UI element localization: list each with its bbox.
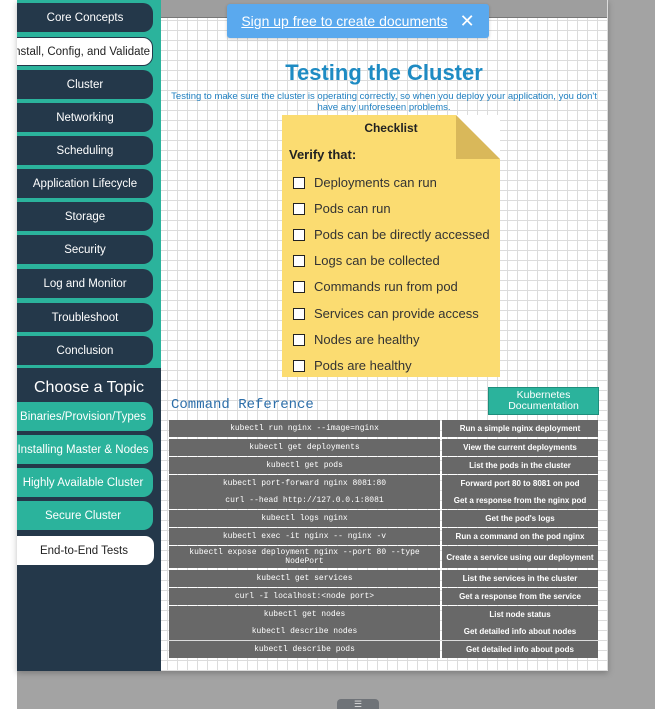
checklist-item-label: Nodes are healthy [314, 332, 420, 347]
topic-highly-available-cluster[interactable]: Highly Available Cluster [17, 468, 153, 497]
command-cell: curl -I localhost:<node port> [169, 588, 440, 605]
viewport-edge [0, 0, 17, 709]
table-row: curl --head http://127.0.0.1:8081 Get a r… [169, 492, 598, 509]
menu-handle-icon[interactable]: ☰ [337, 699, 379, 709]
description-cell: Get a response from the nginx pod [442, 492, 598, 509]
verify-label: Verify that: [289, 147, 357, 162]
checkbox-icon[interactable] [293, 254, 305, 267]
sidebar-item-install-config-validate[interactable]: Install, Config, and Validate [17, 37, 153, 66]
checkbox-icon[interactable] [293, 202, 305, 215]
sidebar-item-storage[interactable]: Storage [17, 202, 153, 231]
command-cell: kubectl logs nginx [169, 510, 440, 527]
sidebar-item-core-concepts[interactable]: Core Concepts [17, 3, 153, 32]
checklist-item: Pods can run [293, 201, 391, 216]
sidebar-item-log-and-monitor[interactable]: Log and Monitor [17, 269, 153, 298]
signup-link[interactable]: Sign up free to create documents [241, 13, 447, 29]
command-cell: kubectl describe pods [169, 641, 440, 658]
checklist-item-label: Pods can run [314, 201, 391, 216]
sidebar-item-security[interactable]: Security [17, 235, 153, 264]
table-row: curl -I localhost:<node port> Get a respo… [169, 588, 598, 605]
sidebar-item-scheduling[interactable]: Scheduling [17, 136, 153, 165]
command-cell: kubectl get deployments [169, 439, 440, 456]
description-cell: Forward port 80 to 8081 on pod [442, 475, 598, 492]
checklist-item-label: Pods can be directly accessed [314, 227, 490, 242]
checklist-item: Logs can be collected [293, 253, 440, 268]
checkbox-icon[interactable] [293, 228, 305, 241]
checklist-item-label: Commands run from pod [314, 279, 458, 294]
page-title: Testing the Cluster [285, 60, 483, 85]
checklist-item: Pods are healthy [293, 358, 412, 373]
description-cell: Get the pod's logs [442, 510, 598, 527]
description-cell: List the services in the cluster [442, 570, 598, 587]
checklist-item: Commands run from pod [293, 279, 458, 294]
command-cell: kubectl get pods [169, 457, 440, 474]
page-subtitle: Testing to make sure the cluster is oper… [171, 91, 597, 113]
table-row: kubectl run nginx --image=nginx Run a sim… [169, 420, 598, 437]
table-row: kubectl get nodes List node status [169, 606, 598, 623]
table-row: kubectl exec -it nginx -- nginx -v Run a … [169, 528, 598, 545]
description-cell: Get a response from the service [442, 588, 598, 605]
table-row: kubectl get pods List the pods in the clu… [169, 457, 598, 474]
checkbox-icon[interactable] [293, 333, 305, 346]
topics-heading: Choose a Topic [34, 379, 144, 396]
description-cell: Get detailed info about pods [442, 641, 598, 658]
topic-end-to-end-tests[interactable]: End-to-End Tests [17, 535, 155, 566]
table-row: kubectl get services List the services in… [169, 570, 598, 587]
description-cell: Run a simple nginx deployment [442, 420, 598, 437]
kubernetes-docs-button[interactable]: Kubernetes Documentation [488, 387, 599, 415]
checklist-item: Nodes are healthy [293, 332, 420, 347]
table-row: kubectl logs nginx Get the pod's logs [169, 510, 598, 527]
checklist-item-label: Services can provide access [314, 306, 479, 321]
sidebar-item-cluster[interactable]: Cluster [17, 70, 153, 99]
command-reference-title: Command Reference [171, 397, 314, 413]
checkbox-icon[interactable] [293, 359, 305, 372]
description-cell: Get detailed info about nodes [442, 623, 598, 640]
description-cell: List node status [442, 606, 598, 623]
command-cell: kubectl get nodes [169, 606, 440, 623]
sidebar: Core Concepts Install, Config, and Valid… [17, 0, 161, 671]
topic-secure-cluster[interactable]: Secure Cluster [17, 501, 153, 530]
checklist-title: Checklist [364, 121, 418, 135]
table-row: kubectl get deployments View the current … [169, 439, 598, 456]
command-cell: kubectl port-forward nginx 8081:80 [169, 475, 440, 492]
table-row: kubectl port-forward nginx 8081:80 Forwar… [169, 475, 598, 492]
command-cell: curl --head http://127.0.0.1:8081 [169, 492, 440, 509]
checklist-item-label: Pods are healthy [314, 358, 412, 373]
checklist-item: Deployments can run [293, 175, 437, 190]
sidebar-item-conclusion[interactable]: Conclusion [17, 336, 153, 365]
table-row: kubectl describe pods Get detailed info a… [169, 641, 598, 658]
sidebar-item-troubleshoot[interactable]: Troubleshoot [17, 303, 153, 332]
signup-banner: Sign up free to create documents ✕ [227, 4, 489, 38]
table-row: kubectl expose deployment nginx --port 8… [169, 546, 598, 568]
checklist-item-label: Deployments can run [314, 175, 437, 190]
description-cell: Create a service using our deployment [442, 546, 598, 568]
checklist-item-label: Logs can be collected [314, 253, 440, 268]
checkbox-icon[interactable] [293, 280, 305, 293]
checklist-card: Checklist Verify that: Deployments can r… [282, 115, 500, 377]
checkbox-icon[interactable] [293, 307, 305, 320]
sidebar-item-networking[interactable]: Networking [17, 103, 153, 132]
command-cell: kubectl expose deployment nginx --port 8… [169, 546, 440, 568]
command-cell: kubectl get services [169, 570, 440, 587]
checklist-item: Services can provide access [293, 306, 479, 321]
table-row: kubectl describe nodes Get detailed info … [169, 623, 598, 640]
sidebar-item-application-lifecycle[interactable]: Application Lifecycle [17, 169, 153, 198]
description-cell: List the pods in the cluster [442, 457, 598, 474]
description-cell: View the current deployments [442, 439, 598, 456]
command-cell: kubectl run nginx --image=nginx [169, 420, 440, 437]
close-icon[interactable]: ✕ [460, 11, 475, 32]
checkbox-icon[interactable] [293, 176, 305, 189]
command-cell: kubectl exec -it nginx -- nginx -v [169, 528, 440, 545]
command-cell: kubectl describe nodes [169, 623, 440, 640]
topic-binaries-provision-types[interactable]: Binaries/Provision/Types [17, 402, 153, 431]
checklist-item: Pods can be directly accessed [293, 227, 490, 242]
description-cell: Run a command on the pod nginx [442, 528, 598, 545]
topic-installing-master-nodes[interactable]: Installing Master & Nodes [17, 435, 153, 464]
